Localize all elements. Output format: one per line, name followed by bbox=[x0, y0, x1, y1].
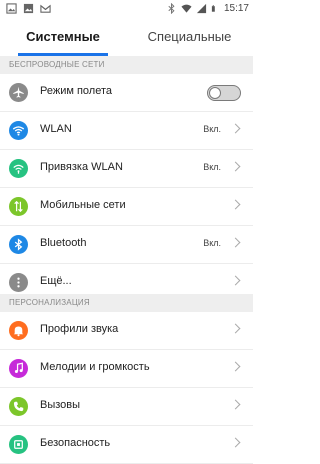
security-icon bbox=[9, 435, 28, 454]
settings-item-airplane-mode[interactable]: Режим полета bbox=[0, 74, 253, 112]
chevron-right-icon bbox=[230, 199, 241, 210]
settings-item-security[interactable]: Безопасность bbox=[0, 426, 253, 464]
settings-item-label: Привязка WLAN bbox=[40, 161, 123, 173]
mobile-data-icon bbox=[9, 197, 28, 216]
chevron-right-icon bbox=[230, 161, 241, 172]
status-left bbox=[6, 3, 51, 14]
settings-item-mobile-networks[interactable]: Мобильные сети bbox=[0, 188, 253, 226]
section-header-wireless: БЕСПРОВОДНЫЕ СЕТИ bbox=[0, 56, 253, 74]
more-icon bbox=[9, 273, 28, 292]
settings-item-sound-profiles[interactable]: Профили звука bbox=[0, 312, 253, 350]
bluetooth-icon bbox=[168, 3, 175, 14]
status-value: Вкл. bbox=[203, 124, 221, 134]
image-icon bbox=[6, 3, 17, 14]
phone-icon bbox=[9, 397, 28, 416]
status-bar: 15:17 bbox=[0, 0, 253, 19]
chevron-right-icon bbox=[230, 237, 241, 248]
chevron-right-icon bbox=[230, 399, 241, 410]
section-header-personalization: ПЕРСОНАЛИЗАЦИЯ bbox=[0, 294, 253, 312]
airplane-icon bbox=[9, 83, 28, 102]
tab-system[interactable]: Системные bbox=[0, 19, 126, 55]
mail-icon bbox=[40, 4, 51, 13]
chevron-right-icon bbox=[230, 437, 241, 448]
wifi-icon bbox=[181, 4, 192, 13]
bell-icon bbox=[9, 321, 28, 340]
tab-special[interactable]: Специальные bbox=[126, 19, 253, 55]
settings-item-wlan-tethering[interactable]: Привязка WLAN Вкл. bbox=[0, 150, 253, 188]
chevron-right-icon bbox=[230, 275, 241, 286]
toggle-knob bbox=[209, 87, 221, 99]
battery-icon bbox=[211, 5, 215, 12]
settings-item-label: Режим полета bbox=[40, 85, 113, 97]
settings-item-label: Профили звука bbox=[40, 323, 119, 335]
settings-item-bluetooth[interactable]: Bluetooth Вкл. bbox=[0, 226, 253, 264]
airplane-mode-toggle[interactable] bbox=[207, 85, 241, 101]
tab-bar: Системные Специальные bbox=[0, 19, 253, 55]
status-time: 15:17 bbox=[223, 3, 249, 14]
status-value: Вкл. bbox=[203, 238, 221, 248]
signal-icon bbox=[196, 3, 207, 14]
settings-item-label: Ещё... bbox=[40, 275, 72, 287]
settings-item-wlan[interactable]: WLAN Вкл. bbox=[0, 112, 253, 150]
settings-item-ringtones-volume[interactable]: Мелодии и громкость bbox=[0, 350, 253, 388]
settings-item-label: Мобильные сети bbox=[40, 199, 126, 211]
settings-item-label: Bluetooth bbox=[40, 237, 87, 249]
settings-item-label: WLAN bbox=[40, 123, 72, 135]
status-right: 15:17 bbox=[166, 3, 249, 14]
image-icon bbox=[23, 3, 34, 14]
chevron-right-icon bbox=[230, 361, 241, 372]
chevron-right-icon bbox=[230, 323, 241, 334]
settings-item-label: Мелодии и громкость bbox=[40, 361, 150, 373]
music-note-icon bbox=[9, 359, 28, 378]
settings-item-label: Безопасность bbox=[40, 437, 111, 449]
settings-item-calls[interactable]: Вызовы bbox=[0, 388, 253, 426]
status-value: Вкл. bbox=[203, 162, 221, 172]
settings-item-label: Вызовы bbox=[40, 399, 81, 411]
wifi-icon bbox=[9, 121, 28, 140]
chevron-right-icon bbox=[230, 123, 241, 134]
wifi-tether-icon bbox=[9, 159, 28, 178]
bluetooth-icon bbox=[9, 235, 28, 254]
